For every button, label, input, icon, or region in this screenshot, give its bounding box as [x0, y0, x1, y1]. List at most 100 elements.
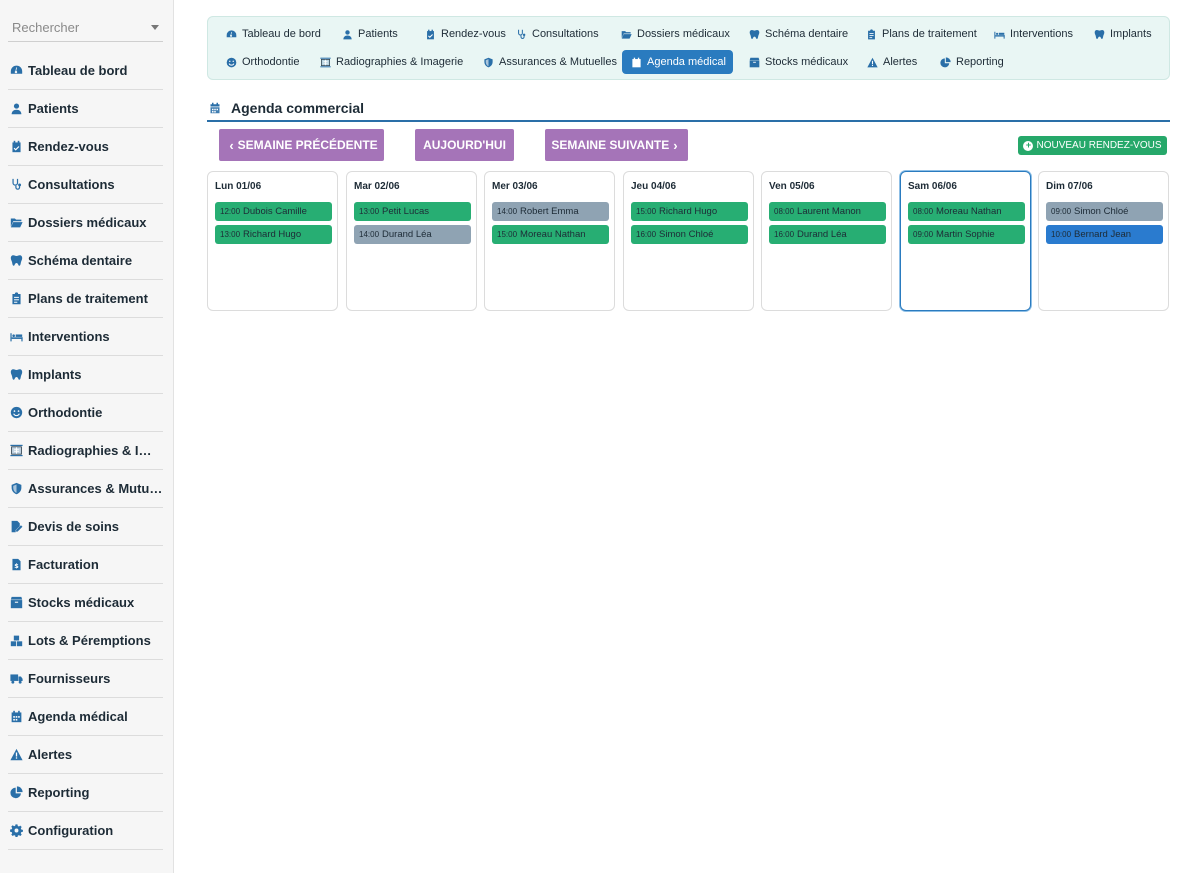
- tab-label: Plans de traitement: [882, 28, 977, 40]
- appointment-event[interactable]: 09:00 Simon Chloé: [1046, 202, 1163, 221]
- day-header: Mer 03/06: [492, 181, 538, 192]
- day-column[interactable]: Dim 07/06 09:00 Simon Chloé 10:00 Bernard Je…: [1038, 171, 1169, 311]
- appointment-event[interactable]: 15:00 Moreau Nathan: [492, 225, 609, 244]
- day-column[interactable]: Mar 02/06 13:00 Petit Lucas 14:00 Durand Léa: [346, 171, 477, 311]
- sidebar-item-radiographies-and-imagerie[interactable]: Radiographies & Imagerie: [8, 432, 163, 470]
- tab-implants[interactable]: Implants: [1085, 22, 1159, 46]
- today-label: AUJOURD'HUI: [423, 138, 506, 152]
- sidebar-item-patients[interactable]: Patients: [8, 90, 163, 128]
- appointment-time: 16:00: [774, 230, 795, 239]
- appointment-time: 08:00: [913, 207, 934, 216]
- sidebar-item-consultations[interactable]: Consultations: [8, 166, 163, 204]
- sidebar-item-implants[interactable]: Implants: [8, 356, 163, 394]
- day-column[interactable]: Sam 06/06 08:00 Moreau Nathan 09:00 Martin S…: [900, 171, 1031, 311]
- sidebar-item-rendez-vous[interactable]: Rendez-vous: [8, 128, 163, 166]
- appointment-event[interactable]: 08:00 Moreau Nathan: [908, 202, 1025, 221]
- page-title: Agenda commercial: [231, 100, 365, 116]
- sidebar-item-assurances-and-mutuelles[interactable]: Assurances & Mutuelles: [8, 470, 163, 508]
- sidebar-item-stocks-medicaux[interactable]: Stocks médicaux: [8, 584, 163, 622]
- tab-label: Radiographies & Imagerie: [336, 56, 464, 68]
- sidebar-item-lots-and-peremptions[interactable]: Lots & Péremptions: [8, 622, 163, 660]
- tab-patients[interactable]: Patients: [333, 22, 405, 46]
- tab-alertes[interactable]: Alertes: [858, 50, 924, 74]
- clipboard-icon: [864, 27, 878, 41]
- sidebar-item-agenda-medical[interactable]: Agenda médical: [8, 698, 163, 736]
- new-appointment-button[interactable]: + NOUVEAU RENDEZ-VOUS: [1018, 136, 1167, 155]
- today-button[interactable]: AUJOURD'HUI: [415, 129, 514, 161]
- tab-dossiers-medicaux[interactable]: Dossiers médicaux: [612, 22, 737, 46]
- sidebar-item-label: Patients: [28, 101, 79, 116]
- day-column[interactable]: Ven 05/06 08:00 Laurent Manon 16:00 Durand L…: [761, 171, 892, 311]
- sidebar-item-label: Stocks médicaux: [28, 595, 135, 610]
- appointment-patient: Petit Lucas: [382, 206, 430, 217]
- folder-open-icon: [619, 27, 633, 41]
- chevron-down-icon[interactable]: [151, 25, 159, 30]
- boxes-icon: [8, 633, 24, 649]
- search-placeholder: Rechercher: [12, 20, 80, 35]
- tab-schema-dentaire[interactable]: Schéma dentaire: [740, 22, 855, 46]
- appointment-event[interactable]: 14:00 Durand Léa: [354, 225, 471, 244]
- day-column[interactable]: Jeu 04/06 15:00 Richard Hugo 16:00 Simon Chl…: [623, 171, 754, 311]
- shield-icon: [481, 55, 495, 69]
- sidebar-item-interventions[interactable]: Interventions: [8, 318, 163, 356]
- smile-icon: [8, 405, 24, 421]
- pie-chart-icon: [938, 55, 952, 69]
- sidebar-item-devis-de-soins[interactable]: Devis de soins: [8, 508, 163, 546]
- tab-interventions[interactable]: Interventions: [985, 22, 1080, 46]
- plus-circle-icon: +: [1023, 140, 1034, 151]
- tab-assurances-and-mutuelles[interactable]: Assurances & Mutuelles: [474, 50, 624, 74]
- tab-consultations[interactable]: Consultations: [507, 22, 606, 46]
- day-column[interactable]: Mer 03/06 14:00 Robert Emma 15:00 Moreau Nat…: [484, 171, 615, 311]
- appointment-event[interactable]: 13:00 Petit Lucas: [354, 202, 471, 221]
- day-header: Jeu 04/06: [631, 181, 677, 192]
- sidebar-item-alertes[interactable]: Alertes: [8, 736, 163, 774]
- calendar-icon: [8, 709, 24, 725]
- appointment-time: 09:00: [913, 230, 934, 239]
- chevron-right-icon: ›: [673, 137, 678, 153]
- appointment-event[interactable]: 08:00 Laurent Manon: [769, 202, 886, 221]
- tab-label: Stocks médicaux: [765, 56, 849, 68]
- tab-agenda-medical[interactable]: Agenda médical: [622, 50, 733, 74]
- sidebar-item-orthodontie[interactable]: Orthodontie: [8, 394, 163, 432]
- sidebar-item-tableau-de-bord[interactable]: Tableau de bord: [8, 52, 163, 90]
- next-week-button[interactable]: SEMAINE SUIVANTE ›: [545, 129, 688, 161]
- tab-reporting[interactable]: Reporting: [931, 50, 1011, 74]
- sidebar-item-schema-dentaire[interactable]: Schéma dentaire: [8, 242, 163, 280]
- tab-stocks-medicaux[interactable]: Stocks médicaux: [740, 50, 855, 74]
- sidebar-item-reporting[interactable]: Reporting: [8, 774, 163, 812]
- tab-orthodontie[interactable]: Orthodontie: [217, 50, 306, 74]
- box-icon: [8, 595, 24, 611]
- appointment-patient: Dubois Camille: [243, 206, 307, 217]
- sidebar-item-facturation[interactable]: $ Facturation: [8, 546, 163, 584]
- tab-rendez-vous[interactable]: Rendez-vous: [416, 22, 513, 46]
- search-select[interactable]: Rechercher: [8, 14, 163, 42]
- tab-plans-de-traitement[interactable]: Plans de traitement: [857, 22, 984, 46]
- day-column[interactable]: Lun 01/06 12:00 Dubois Camille 13:00 Richard…: [207, 171, 338, 311]
- smile-icon: [224, 55, 238, 69]
- sidebar-item-dossiers-medicaux[interactable]: Dossiers médicaux: [8, 204, 163, 242]
- appointment-event[interactable]: 16:00 Simon Chloé: [631, 225, 748, 244]
- appointment-event[interactable]: 15:00 Richard Hugo: [631, 202, 748, 221]
- tab-label: Assurances & Mutuelles: [499, 56, 617, 68]
- sidebar-item-configuration[interactable]: Configuration: [8, 812, 163, 850]
- tab-radiographies-and-imagerie[interactable]: Radiographies & Imagerie: [311, 50, 470, 74]
- appointment-event[interactable]: 10:00 Bernard Jean: [1046, 225, 1163, 244]
- calendar-icon: [207, 100, 223, 116]
- tab-tableau-de-bord[interactable]: Tableau de bord: [217, 22, 328, 46]
- appointment-patient: Laurent Manon: [797, 206, 861, 217]
- sidebar-item-fournisseurs[interactable]: Fournisseurs: [8, 660, 163, 698]
- appointment-event[interactable]: 12:00 Dubois Camille: [215, 202, 332, 221]
- appointment-event[interactable]: 13:00 Richard Hugo: [215, 225, 332, 244]
- sidebar-item-plans-de-traitement[interactable]: Plans de traitement: [8, 280, 163, 318]
- previous-week-button[interactable]: ‹ SEMAINE PRÉCÉDENTE: [219, 129, 384, 161]
- appointment-event[interactable]: 16:00 Durand Léa: [769, 225, 886, 244]
- appointment-time: 13:00: [359, 207, 380, 216]
- stethoscope-icon: [514, 27, 528, 41]
- sidebar-item-label: Radiographies & Imagerie: [28, 443, 163, 458]
- invoice-icon: $: [8, 557, 24, 573]
- module-tab-bar: Tableau de bord Patients Rendez-vous Consul…: [207, 16, 1170, 80]
- tab-label: Agenda médical: [647, 56, 726, 68]
- appointment-event[interactable]: 14:00 Robert Emma: [492, 202, 609, 221]
- appointment-event[interactable]: 09:00 Martin Sophie: [908, 225, 1025, 244]
- x-ray-icon: [8, 443, 24, 459]
